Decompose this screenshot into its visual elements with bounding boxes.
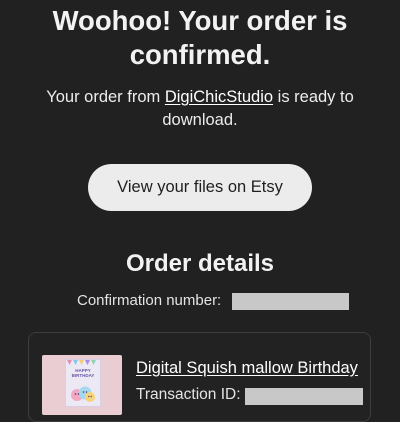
item-thumbnail[interactable]: HAPPY BIRTHDAY [42, 355, 122, 415]
view-files-button[interactable]: View your files on Etsy [88, 164, 312, 211]
shop-link[interactable]: DigiChicStudio [165, 88, 273, 106]
order-confirmation-screen: Woohoo! Your order is confirmed. Your or… [0, 0, 400, 422]
confirmation-number-row: Confirmation number: [0, 291, 400, 311]
transaction-id-redacted [245, 388, 363, 405]
transaction-id-label: Transaction ID: [136, 386, 241, 403]
order-item-card: HAPPY BIRTHDAY Digital Squish mallow Bir… [28, 332, 371, 422]
confirmation-headline: Woohoo! Your order is confirmed. [52, 5, 348, 70]
confirmation-message: Your order from DigiChicStudio is ready … [14, 86, 386, 132]
message-prefix: Your order from [46, 88, 165, 106]
order-details-title: Order details [125, 250, 275, 277]
bunting-icon [67, 360, 96, 365]
item-title-link[interactable]: Digital Squish mallow Birthday [136, 357, 364, 379]
confirmation-number-redacted [232, 293, 349, 310]
confirmation-number-label: Confirmation number: [77, 292, 222, 309]
thumbnail-caption: HAPPY BIRTHDAY [71, 368, 95, 378]
